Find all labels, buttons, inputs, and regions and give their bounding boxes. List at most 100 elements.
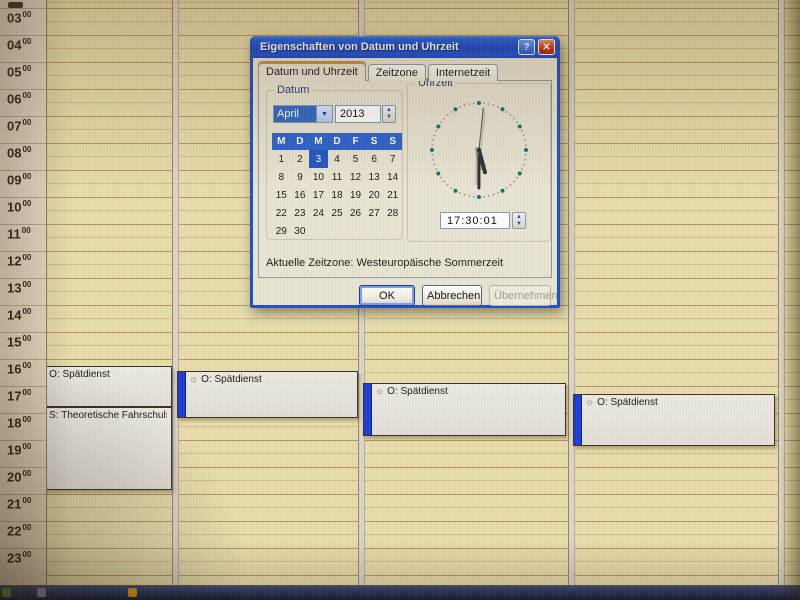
taskbar[interactable] — [0, 585, 800, 600]
time-slot-label: 0300 — [0, 8, 46, 35]
minute-suffix: 00 — [22, 199, 31, 208]
calendar-day-cell[interactable]: 29 — [272, 222, 291, 240]
appointment-header: ☼O: Spätdienst — [574, 395, 774, 408]
calendar-day-cell[interactable]: 21 — [383, 186, 402, 204]
calendar-day-cell[interactable]: 14 — [383, 168, 402, 186]
calendar-day-cell[interactable]: 13 — [365, 168, 384, 186]
column-separator — [172, 0, 179, 586]
calendar-day-cell[interactable]: 15 — [272, 186, 291, 204]
clock-minute-dot — [432, 159, 434, 161]
appointment[interactable]: ☼O: Spätdienst — [573, 394, 775, 446]
calendar-day-cell[interactable]: 10 — [309, 168, 328, 186]
time-slot-label: 2200 — [0, 521, 46, 548]
time-slot-label: 1200 — [0, 251, 46, 278]
calendar-day-cell[interactable]: 19 — [346, 186, 365, 204]
calendar-day-cell[interactable]: 26 — [346, 204, 365, 222]
hour-text: 20 — [7, 469, 21, 484]
time-slot-label: 1400 — [0, 305, 46, 332]
clock-minute-dot — [435, 130, 437, 132]
calendar-day-cell[interactable]: 24 — [309, 204, 328, 222]
calendar-day-cell[interactable]: 17 — [309, 186, 328, 204]
appointment[interactable]: ☼S: Theoretische Fahrschulstunde — [25, 407, 172, 490]
calendar-day-cell[interactable]: 20 — [365, 186, 384, 204]
weekday-header: D — [291, 133, 310, 150]
minute-suffix: 00 — [22, 415, 31, 424]
month-dropdown[interactable]: April ▼ — [273, 105, 333, 123]
time-spinner[interactable]: ▲▼ — [512, 212, 526, 229]
time-slot-label: 2300 — [0, 548, 46, 575]
clock-minute-dot — [468, 103, 470, 105]
year-input[interactable]: 2013 — [335, 105, 381, 123]
time-slot-label: 1100 — [0, 224, 46, 251]
spin-up-icon[interactable]: ▲ — [516, 214, 522, 221]
minute-suffix: 00 — [22, 172, 31, 181]
calendar-day-cell[interactable]: 7 — [383, 150, 402, 168]
taskbar-icon[interactable] — [37, 588, 46, 597]
tab-datum-und-uhrzeit[interactable]: Datum und Uhrzeit — [258, 61, 366, 81]
calendar-day-cell[interactable]: 2 — [291, 150, 310, 168]
time-input[interactable]: 17:30:01 — [440, 212, 510, 229]
calendar-day-cell[interactable]: 4 — [328, 150, 347, 168]
help-icon[interactable]: ? — [518, 39, 535, 55]
hour-text: 18 — [7, 415, 21, 430]
taskbar-icon[interactable] — [128, 588, 137, 597]
calendar-day-cell[interactable]: 9 — [291, 168, 310, 186]
calendar-day-cell[interactable]: 25 — [328, 204, 347, 222]
spin-up-icon[interactable]: ▲ — [386, 107, 392, 114]
appointment[interactable]: ☼O: Spätdienst — [177, 371, 358, 418]
calendar-day-cell[interactable]: 11 — [328, 168, 347, 186]
clock-minute-dot — [473, 196, 475, 198]
calendar-day-cell[interactable]: 5 — [346, 150, 365, 168]
time-slot-label: 1000 — [0, 197, 46, 224]
tab-page: Datum April ▼ 2013 ▲▼ MDMDFSS12345678910… — [258, 80, 552, 278]
calendar-day-cell[interactable]: 28 — [383, 204, 402, 222]
year-spinner[interactable]: ▲▼ — [382, 105, 396, 123]
weekday-header: M — [272, 133, 291, 150]
calendar-day-cell[interactable]: 6 — [365, 150, 384, 168]
appointment[interactable]: ☼O: Spätdienst — [25, 366, 172, 407]
dialog-titlebar[interactable]: Eigenschaften von Datum und Uhrzeit ? ✕ — [253, 36, 557, 58]
minute-suffix: 00 — [22, 253, 31, 262]
spin-down-icon[interactable]: ▼ — [386, 114, 392, 121]
calendar-day-cell[interactable]: 22 — [272, 204, 291, 222]
ok-button[interactable]: OK — [359, 285, 415, 306]
clock-hour-dot — [436, 125, 440, 129]
calendar-day-cell[interactable]: 3 — [309, 150, 328, 168]
hour-text: 03 — [7, 10, 21, 25]
hour-text: 14 — [7, 307, 21, 322]
clock-minute-dot — [443, 181, 445, 183]
mini-calendar: MDMDFSS123456789101112131415161718192021… — [272, 133, 402, 240]
clock-minute-dot — [506, 187, 508, 189]
calendar-day-cell[interactable]: 16 — [291, 186, 310, 204]
calendar-day-cell[interactable]: 18 — [328, 186, 347, 204]
calendar-day-cell[interactable]: 23 — [291, 204, 310, 222]
clock-minute-dot — [447, 184, 449, 186]
calendar-day-cell[interactable]: 27 — [365, 204, 384, 222]
calendar-empty-cell — [328, 222, 347, 240]
cancel-button[interactable]: Abbrechen — [422, 285, 482, 306]
tab-zeitzone[interactable]: Zeitzone — [368, 64, 426, 81]
time-slot-label: 1600 — [0, 359, 46, 386]
clock-minute-dot — [506, 111, 508, 113]
clock-minute-dot — [483, 196, 485, 198]
time-slot-label: 0800 — [0, 143, 46, 170]
calendar-day-cell[interactable]: 30 — [291, 222, 310, 240]
calendar-day-cell[interactable]: 1 — [272, 150, 291, 168]
calendar-day-cell[interactable]: 12 — [346, 168, 365, 186]
hour-text: 07 — [7, 118, 21, 133]
appointment-header: ☼O: Spätdienst — [178, 372, 357, 385]
clock-minute-dot — [521, 130, 523, 132]
clock-minute-dot — [440, 121, 442, 123]
appointment[interactable]: ☼O: Spätdienst — [363, 383, 566, 436]
clock-minute-dot — [432, 139, 434, 141]
time-slot-label: 1800 — [0, 413, 46, 440]
close-icon[interactable]: ✕ — [538, 39, 555, 55]
chevron-down-icon[interactable]: ▼ — [316, 106, 332, 122]
taskbar-icon[interactable] — [2, 588, 11, 597]
clock-hour-dot — [430, 148, 434, 152]
apply-button[interactable]: Übernehmen — [489, 285, 551, 306]
tab-internetzeit[interactable]: Internetzeit — [428, 64, 498, 81]
spin-down-icon[interactable]: ▼ — [516, 221, 522, 228]
calendar-day-cell[interactable]: 8 — [272, 168, 291, 186]
hour-text: 13 — [7, 280, 21, 295]
